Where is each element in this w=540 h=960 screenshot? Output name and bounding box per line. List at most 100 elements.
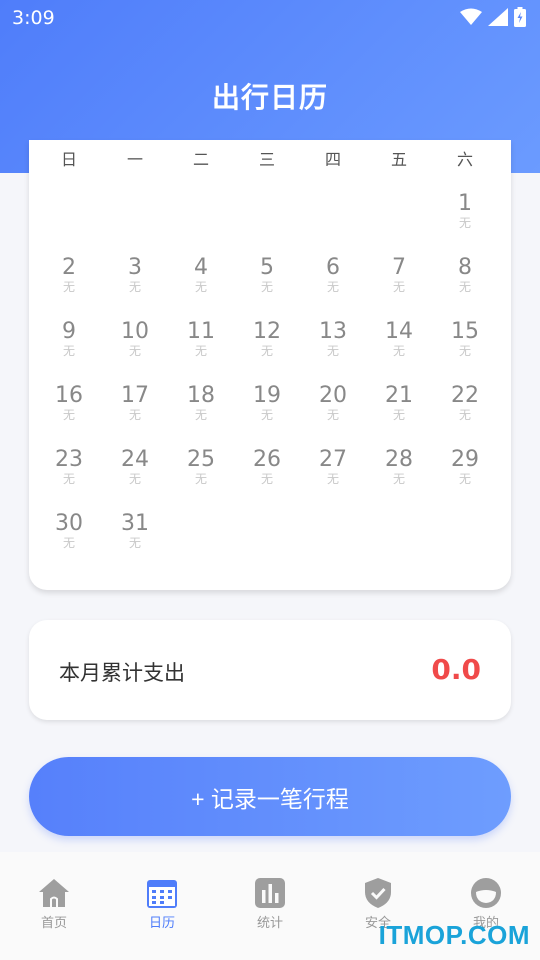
day-number: 10 xyxy=(121,319,149,344)
calendar-day[interactable]: 28 无 xyxy=(369,447,429,487)
calendar-day[interactable]: 31 无 xyxy=(105,511,165,551)
calendar-day[interactable]: 18 无 xyxy=(171,383,231,423)
day-number: 21 xyxy=(385,383,413,408)
calendar-day[interactable]: 3无 xyxy=(105,256,165,295)
day-expense: 无 xyxy=(326,344,339,358)
weekday-label: 四 xyxy=(324,150,341,169)
calendar-day[interactable]: 1无 xyxy=(435,191,495,231)
day-expense: 无 xyxy=(128,344,141,358)
day-number: 6 xyxy=(326,255,340,280)
calendar-day[interactable]: 6无 xyxy=(303,255,363,295)
calendar-day[interactable]: 4无 xyxy=(171,255,231,295)
wifi-icon xyxy=(460,8,482,25)
bar-chart-icon xyxy=(255,878,285,908)
day-number: 18 xyxy=(187,383,215,408)
day-expense: 无 xyxy=(194,408,207,422)
profile-icon xyxy=(471,878,501,908)
day-expense: 无 xyxy=(326,280,339,294)
record-trip-button[interactable]: + 记录一笔行程 xyxy=(29,757,511,836)
weekday-label: 一 xyxy=(126,150,143,169)
tab-calendar-label: 日历 xyxy=(148,916,175,931)
day-expense: 无 xyxy=(392,344,405,358)
calendar-day[interactable]: 26 无 xyxy=(237,447,297,487)
calendar-day[interactable]: 11 无 xyxy=(171,319,231,359)
status-time: 3:09 xyxy=(12,7,55,29)
day-expense: 无 xyxy=(326,472,339,486)
status-bar: 3:09 xyxy=(0,0,540,36)
day-number: 24 xyxy=(121,447,149,472)
calendar-day[interactable]: 2无 xyxy=(39,255,99,295)
tab-statistics[interactable]: 统计 xyxy=(230,876,310,936)
day-number: 22 xyxy=(451,383,479,408)
tab-home-label: 首页 xyxy=(40,916,67,931)
calendar-day[interactable]: 13 无 xyxy=(303,319,363,359)
day-number: 15 xyxy=(451,319,479,344)
calendar-day[interactable]: 9无 xyxy=(39,319,99,359)
day-expense: 无 xyxy=(260,408,273,422)
tab-home[interactable]: 首页 xyxy=(14,876,94,936)
day-expense: 无 xyxy=(62,280,75,294)
day-number: 28 xyxy=(385,447,413,472)
calendar-day[interactable]: 20 无 xyxy=(303,384,363,423)
calendar-day[interactable]: 7无 xyxy=(369,256,429,295)
day-expense: 无 xyxy=(260,280,273,294)
day-expense: 无 xyxy=(392,280,405,294)
calendar-day[interactable]: 23 无 xyxy=(39,448,99,487)
day-number: 13 xyxy=(319,319,347,344)
tab-calendar[interactable]: 日历 xyxy=(122,876,202,936)
calendar-day[interactable]: 30 无 xyxy=(39,512,99,551)
day-number: 9 xyxy=(62,319,76,344)
expense-value: 0.0 xyxy=(431,653,481,686)
calendar-day[interactable]: 8无 xyxy=(435,256,495,295)
calendar-day[interactable]: 12 无 xyxy=(237,320,297,359)
day-expense: 无 xyxy=(194,344,207,358)
calendar-day[interactable]: 17 无 xyxy=(105,384,165,423)
day-expense: 无 xyxy=(458,280,471,294)
day-number: 16 xyxy=(55,383,83,408)
calendar-day[interactable]: 14 无 xyxy=(369,319,429,359)
signal-icon xyxy=(488,8,508,26)
day-number: 26 xyxy=(253,447,281,472)
calendar-day[interactable]: 21 无 xyxy=(369,383,429,423)
home-icon xyxy=(39,879,69,907)
day-expense: 无 xyxy=(326,408,339,422)
day-expense: 无 xyxy=(392,408,405,422)
day-expense: 无 xyxy=(458,344,471,358)
weekday-label: 三 xyxy=(258,150,275,169)
weekday-label: 六 xyxy=(456,150,473,169)
day-number: 1 xyxy=(458,191,472,216)
calendar-day[interactable]: 15 无 xyxy=(435,319,495,359)
day-number: 19 xyxy=(253,383,281,408)
calendar-card: 日一二三四五六 1 无 2 无 3 无 4 无 5 无 6 无 7 无 8 无 9 无 10 无 11 无 12 无 13 无 14… xyxy=(29,140,511,590)
day-expense: 无 xyxy=(194,472,207,486)
day-expense: 无 xyxy=(128,280,141,294)
calendar-day[interactable]: 16 无 xyxy=(39,383,99,423)
calendar-day[interactable]: 19 无 xyxy=(237,383,297,423)
day-expense: 无 xyxy=(392,472,405,486)
day-number: 11 xyxy=(187,319,215,344)
calendar-day[interactable]: 24 无 xyxy=(105,447,165,487)
day-expense: 无 xyxy=(194,280,207,294)
calendar-day[interactable]: 25 无 xyxy=(171,448,231,487)
weekday-label: 二 xyxy=(192,150,209,169)
day-expense: 无 xyxy=(458,216,471,230)
calendar-day[interactable]: 22 无 xyxy=(435,383,495,423)
day-number: 31 xyxy=(121,511,149,536)
weekday-label: 日 xyxy=(60,150,77,169)
expense-label: 本月累计支出 xyxy=(59,661,185,685)
calendar-day[interactable]: 5无 xyxy=(237,255,297,295)
status-icons xyxy=(460,7,526,27)
calendar-day[interactable]: 27 无 xyxy=(303,448,363,487)
day-number: 14 xyxy=(385,319,413,344)
calendar-day[interactable]: 29 无 xyxy=(435,448,495,487)
calendar-day[interactable]: 10 无 xyxy=(105,319,165,359)
day-number: 2 xyxy=(62,255,76,280)
battery-icon xyxy=(514,7,526,27)
monthly-expense-card: 本月累计支出 0.0 xyxy=(29,620,511,720)
day-number: 4 xyxy=(194,255,208,280)
day-number: 5 xyxy=(260,255,274,280)
tab-statistics-label: 统计 xyxy=(256,916,283,931)
shield-check-icon xyxy=(365,878,391,908)
day-expense: 无 xyxy=(458,472,471,486)
day-expense: 无 xyxy=(128,472,141,486)
